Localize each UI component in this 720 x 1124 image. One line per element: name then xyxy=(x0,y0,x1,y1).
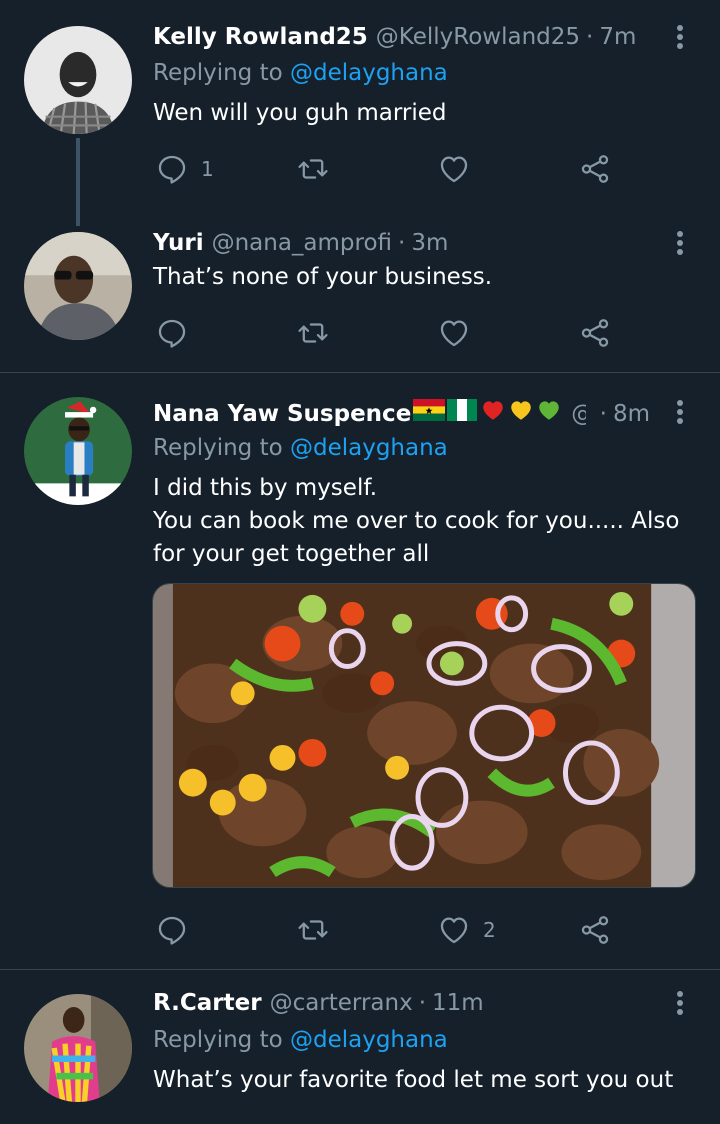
tweet-text: I did this by myself. You can book me ov… xyxy=(153,475,680,567)
tweet-nana-yaw[interactable]: Nana Yaw Suspence @... · 8m Replying to … xyxy=(0,373,720,969)
tweet-rcarter[interactable]: R.Carter @carterranx · 11m Replying to @… xyxy=(0,970,720,1124)
action-bar: 2 xyxy=(153,910,623,950)
heart-icon xyxy=(437,152,471,186)
username[interactable]: @... xyxy=(571,399,585,429)
replying-prefix: Replying to xyxy=(153,60,290,86)
timestamp[interactable]: 3m xyxy=(411,228,448,258)
timestamp[interactable]: 11m xyxy=(432,988,484,1018)
mention-link[interactable]: @delayghana xyxy=(290,1027,448,1053)
share-button[interactable] xyxy=(578,910,612,950)
tweet-yuri[interactable]: Yuri @nana_amprofi · 3m That’s none of y… xyxy=(0,200,720,372)
tweet-header: Yuri @nana_amprofi · 3m xyxy=(153,228,650,258)
reply-button[interactable] xyxy=(155,313,201,353)
username[interactable]: @carterranx xyxy=(270,988,413,1018)
display-name[interactable]: Kelly Rowland25 xyxy=(153,22,368,52)
more-vertical-icon[interactable] xyxy=(674,22,686,52)
separator: · xyxy=(398,230,406,256)
replying-to: Replying to @delayghana xyxy=(153,433,448,463)
replying-to: Replying to @delayghana xyxy=(153,58,448,88)
separator: · xyxy=(418,990,427,1016)
username[interactable]: @nana_amprofi xyxy=(212,228,392,258)
tweet-kelly[interactable]: Kelly Rowland25 @KellyRowland25 · 7m Rep… xyxy=(0,0,720,226)
share-icon xyxy=(578,152,612,186)
replying-prefix: Replying to xyxy=(153,1027,290,1053)
retweet-button[interactable] xyxy=(296,313,330,353)
retweet-icon xyxy=(296,152,330,186)
display-name[interactable]: Yuri xyxy=(153,228,204,258)
like-button[interactable]: 2 xyxy=(437,910,496,950)
ghana-flag-icon xyxy=(413,399,446,421)
heart-icon xyxy=(437,316,471,350)
display-name[interactable]: R.Carter xyxy=(153,988,262,1018)
mention-link[interactable]: @delayghana xyxy=(290,435,448,461)
separator: · xyxy=(599,401,607,427)
replying-prefix: Replying to xyxy=(153,435,290,461)
mention-link[interactable]: @delayghana xyxy=(290,60,448,86)
retweet-icon xyxy=(296,316,330,350)
display-name[interactable]: Nana Yaw Suspence xyxy=(153,399,411,429)
avatar[interactable] xyxy=(24,26,132,134)
share-icon xyxy=(578,316,612,350)
more-vertical-icon[interactable] xyxy=(674,988,686,1018)
username[interactable]: @KellyRowland25 xyxy=(376,22,580,52)
avatar[interactable] xyxy=(24,397,132,505)
action-bar: 1 xyxy=(153,149,623,189)
tweet-text: Wen will you guh married xyxy=(153,100,447,126)
action-bar xyxy=(153,313,623,353)
tweet-header: R.Carter @carterranx · 11m xyxy=(153,988,650,1018)
reply-icon xyxy=(155,316,189,350)
more-vertical-icon[interactable] xyxy=(674,397,686,427)
red-heart-icon xyxy=(483,401,504,420)
tweet-image[interactable] xyxy=(152,583,696,888)
retweet-button[interactable] xyxy=(296,149,330,189)
retweet-button[interactable] xyxy=(296,910,330,950)
yellow-heart-icon xyxy=(511,401,532,420)
more-vertical-icon[interactable] xyxy=(674,228,686,258)
tweet-text: What’s your favorite food let me sort yo… xyxy=(153,1067,674,1093)
tweet-text: That’s none of your business. xyxy=(153,264,493,290)
like-button[interactable] xyxy=(437,313,483,353)
retweet-icon xyxy=(296,913,330,947)
reply-button[interactable]: 1 xyxy=(155,149,214,189)
nigeria-flag-icon xyxy=(447,399,478,421)
avatar[interactable] xyxy=(24,994,132,1102)
reply-count: 1 xyxy=(201,157,214,181)
share-icon xyxy=(578,913,612,947)
flag-emoji-icons xyxy=(413,397,563,423)
tweet-header: Nana Yaw Suspence @... · 8m xyxy=(153,397,650,429)
avatar[interactable] xyxy=(24,232,132,340)
reply-icon xyxy=(155,913,189,947)
timestamp[interactable]: 8m xyxy=(613,399,650,429)
heart-icon xyxy=(437,913,471,947)
like-button[interactable] xyxy=(437,149,483,189)
share-button[interactable] xyxy=(578,313,612,353)
share-button[interactable] xyxy=(578,149,612,189)
green-heart-icon xyxy=(539,401,560,420)
like-count: 2 xyxy=(483,918,496,942)
reply-icon xyxy=(155,152,189,186)
separator: · xyxy=(586,24,594,50)
timestamp[interactable]: 7m xyxy=(599,22,636,52)
replying-to: Replying to @delayghana xyxy=(153,1025,448,1055)
tweet-header: Kelly Rowland25 @KellyRowland25 · 7m xyxy=(153,22,650,52)
reply-button[interactable] xyxy=(155,910,201,950)
